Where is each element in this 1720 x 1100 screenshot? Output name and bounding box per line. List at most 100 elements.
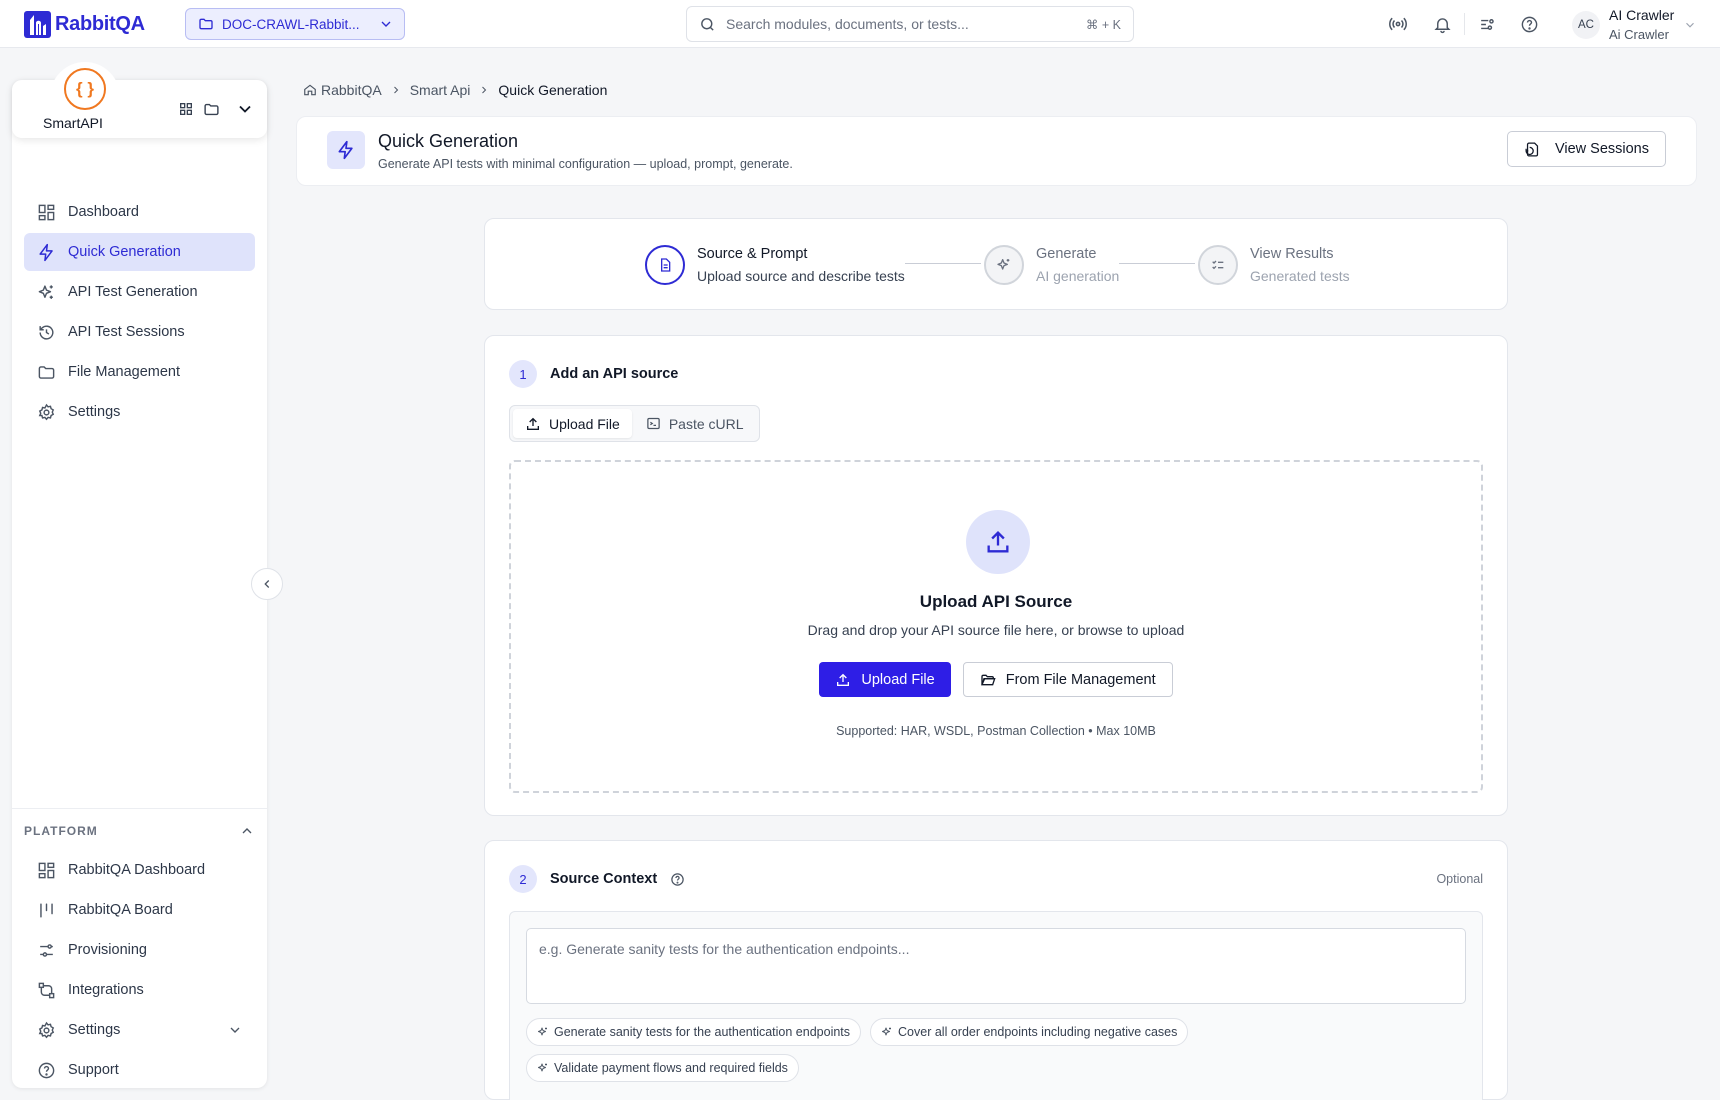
bell-icon[interactable]	[1430, 12, 1454, 36]
suggestion-text: Generate sanity tests for the authentica…	[554, 1025, 851, 1039]
sidebar-item-platform-settings[interactable]: Settings	[24, 1011, 255, 1049]
sidebar-item-dashboard[interactable]: Dashboard	[24, 193, 255, 231]
step-connector	[1119, 263, 1195, 264]
tab-upload-file[interactable]: Upload File	[513, 409, 632, 438]
search-input[interactable]	[726, 16, 1076, 32]
source-tabs: Upload File Paste cURL	[509, 405, 760, 442]
sidebar-item-label: Settings	[68, 404, 121, 420]
header-actions	[1386, 12, 1541, 36]
sidebar-item-api-test-generation[interactable]: API Test Generation	[24, 273, 255, 311]
sidebar-item-rabbitqa-board[interactable]: RabbitQA Board	[24, 891, 255, 929]
collapse-sidebar-button[interactable]	[251, 568, 283, 600]
sidebar-item-label: API Test Sessions	[68, 324, 185, 340]
prompt-suggestions: Generate sanity tests for the authentica…	[526, 1018, 1466, 1082]
gear-icon	[36, 1020, 56, 1040]
context-prompt-input[interactable]	[526, 928, 1466, 1004]
upload-icon	[837, 673, 850, 686]
step-generate[interactable]: Generate AI generation	[984, 243, 1119, 287]
breadcrumb-item: RabbitQA	[321, 82, 382, 98]
folder-icon[interactable]	[203, 101, 220, 118]
tab-paste-curl[interactable]: Paste cURL	[634, 409, 756, 438]
sidebar-item-api-test-sessions[interactable]: API Test Sessions	[24, 313, 255, 351]
section-number: 2	[509, 865, 537, 893]
help-icon[interactable]	[1517, 12, 1541, 36]
dashboard-icon	[36, 202, 56, 222]
step-view-results[interactable]: View Results Generated tests	[1198, 243, 1350, 287]
avatar: AC	[1572, 11, 1600, 39]
sidebar-item-file-management[interactable]: File Management	[24, 353, 255, 391]
platform-section: PLATFORM RabbitQA Dashboard RabbitQA Boa…	[12, 808, 267, 1091]
folder-open-icon	[980, 674, 996, 685]
page-header: Quick Generation Generate API tests with…	[296, 116, 1697, 186]
context-panel: Generate sanity tests for the authentica…	[509, 911, 1483, 1100]
sidebar-item-support[interactable]: Support	[24, 1051, 255, 1089]
sidebar-item-integrations[interactable]: Integrations	[24, 971, 255, 1009]
sliders-icon	[36, 940, 56, 960]
sessions-icon	[1525, 141, 1539, 157]
sidebar-item-label: Dashboard	[68, 204, 139, 220]
divider	[1464, 13, 1465, 35]
sidebar-item-quick-generation[interactable]: Quick Generation	[24, 233, 255, 271]
dropzone-description: Drag and drop your API source file here,…	[807, 622, 1185, 638]
suggestion-chip[interactable]: Cover all order endpoints including nega…	[870, 1018, 1189, 1046]
help-icon[interactable]	[670, 872, 685, 887]
sidebar-item-settings[interactable]: Settings	[24, 393, 255, 431]
section-number: 1	[509, 360, 537, 388]
brand-name: RabbitQA	[55, 13, 145, 35]
sidebar-item-provisioning[interactable]: Provisioning	[24, 931, 255, 969]
sidebar-item-label: Settings	[68, 1022, 121, 1038]
bolt-icon	[36, 242, 56, 262]
section-title: Source Context	[550, 871, 658, 887]
folder-icon	[199, 18, 213, 30]
page-subtitle: Generate API tests with minimal configur…	[378, 157, 793, 171]
upload-file-button[interactable]: Upload File	[819, 662, 951, 697]
breadcrumb-home[interactable]: RabbitQA	[303, 82, 382, 98]
step-source-prompt[interactable]: Source & Prompt Upload source and descri…	[645, 243, 905, 287]
chevron-down-icon	[381, 21, 391, 27]
page-title: Quick Generation	[378, 131, 519, 151]
dropzone-title: Upload API Source	[919, 592, 1073, 611]
top-bar: RabbitQA DOC-CRAWL-Rabbit... ⌘ + K AC AI…	[0, 0, 1720, 48]
help-icon	[36, 1060, 56, 1080]
suggestion-chip[interactable]: Validate payment flows and required fiel…	[526, 1054, 799, 1082]
app-name: SmartAPI	[43, 115, 103, 131]
sidebar-item-label: Provisioning	[68, 942, 147, 958]
broadcast-icon[interactable]	[1386, 12, 1410, 36]
step-title: Generate	[1036, 246, 1097, 262]
app-switcher[interactable]: { } SmartAPI	[12, 62, 267, 138]
chevron-down-icon	[230, 1027, 240, 1033]
global-search[interactable]: ⌘ + K	[686, 6, 1134, 42]
sparkles-icon	[538, 1063, 547, 1072]
source-context-card: 2 Source Context Optional Generate sanit…	[484, 840, 1508, 1100]
braces-icon: { }	[64, 68, 106, 110]
progress-stepper: Source & Prompt Upload source and descri…	[484, 218, 1508, 310]
view-sessions-button[interactable]: View Sessions	[1506, 131, 1666, 167]
project-selector[interactable]: DOC-CRAWL-Rabbit...	[185, 8, 405, 40]
step-description: Upload source and describe tests	[697, 268, 905, 284]
step-description: Generated tests	[1250, 268, 1350, 284]
chevron-right-icon	[393, 86, 398, 94]
suggestion-chip[interactable]: Generate sanity tests for the authentica…	[526, 1018, 862, 1046]
rabbit-logo-icon	[24, 11, 51, 38]
section-title: Add an API source	[550, 366, 679, 382]
dashboard-icon	[36, 860, 56, 880]
breadcrumb-item[interactable]: Smart Api	[410, 82, 471, 98]
user-menu[interactable]: AC AI Crawler Ai Crawler	[1572, 6, 1697, 44]
from-file-management-button[interactable]: From File Management	[962, 662, 1173, 697]
project-name: DOC-CRAWL-Rabbit...	[222, 16, 360, 32]
theme-icon[interactable]	[1475, 12, 1499, 36]
file-dropzone[interactable]: Upload API Source Drag and drop your API…	[509, 460, 1483, 793]
chevron-left-icon	[264, 580, 270, 588]
sparkles-icon	[538, 1027, 547, 1036]
sidebar-item-rabbitqa-dashboard[interactable]: RabbitQA Dashboard	[24, 851, 255, 889]
document-icon	[645, 245, 685, 285]
smartapi-logo: { }	[50, 62, 120, 120]
chevron-down-icon[interactable]	[235, 99, 255, 119]
sidebar-item-label: Quick Generation	[68, 244, 181, 260]
grid-icon[interactable]	[178, 101, 194, 117]
rabbitqa-logo[interactable]: RabbitQA	[24, 11, 145, 38]
sidebar-item-label: Integrations	[68, 982, 144, 998]
step-title: View Results	[1250, 246, 1334, 262]
platform-header[interactable]: PLATFORM	[24, 819, 255, 843]
chevron-down-icon	[1686, 22, 1695, 28]
